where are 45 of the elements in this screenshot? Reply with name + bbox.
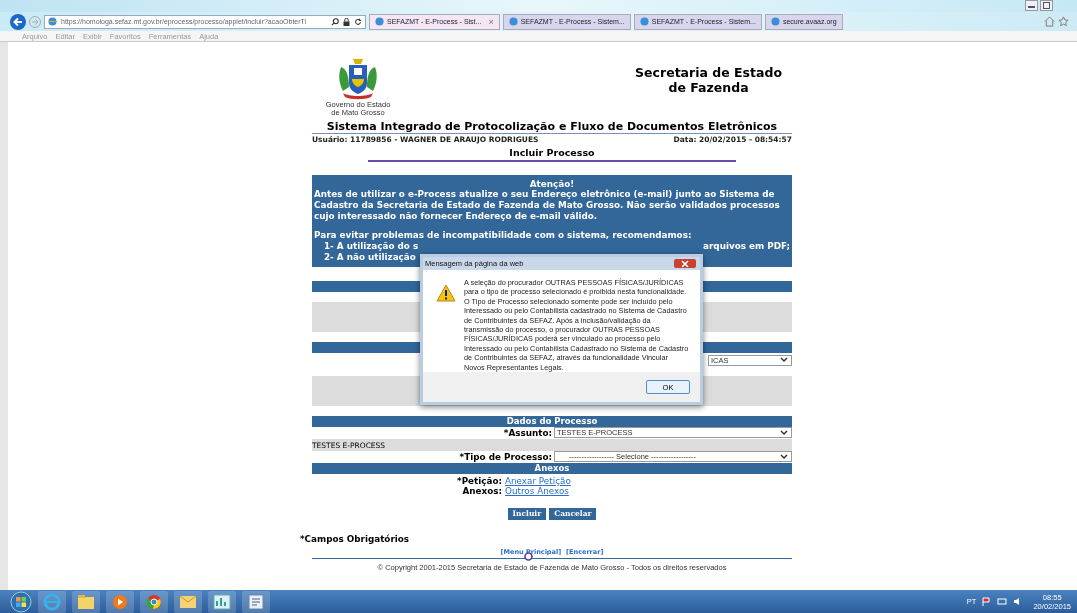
- document-window-icon[interactable]: [242, 590, 270, 613]
- chevron-icon: [780, 429, 788, 436]
- restore-button[interactable]: [1040, 0, 1053, 11]
- notice-text: Antes de utilizar o e-Process atualize o seu Endereço eletrônico (e-mail) junto ao Sistema de Cadastro da Secretaria de Estado de Fazenda de Mato Grosso. Não serão validados processos cujo interessado não fornecer Endereço de e-mail válido.: [314, 189, 781, 222]
- warning-icon: [436, 284, 456, 302]
- attach-link[interactable]: Outros Anexos: [505, 485, 569, 496]
- system-title: Sistema Integrado de Protocolização e Fluxo de Documentos Eletrônicos: [312, 119, 792, 134]
- search-icon: [331, 17, 339, 26]
- globe-icon: [375, 17, 384, 26]
- chart-window-icon[interactable]: [208, 590, 236, 613]
- close-button[interactable]: [674, 259, 696, 268]
- refresh-icon: [354, 17, 362, 26]
- globe-icon: [508, 17, 518, 26]
- recommend-item: 2- A não utilização: [323, 251, 416, 263]
- folder-icon[interactable]: [72, 590, 100, 613]
- mail-icon[interactable]: [174, 590, 202, 613]
- start-button[interactable]: [10, 590, 32, 613]
- required-note: *Campos Obrigatórios: [300, 533, 411, 544]
- field-label: *Tipo de Processo:: [459, 451, 552, 462]
- star-icon[interactable]: [1058, 16, 1069, 27]
- attach-link[interactable]: Anexar Petição: [505, 475, 571, 486]
- field-label: *Assunto:: [503, 427, 552, 438]
- globe-icon: [48, 17, 57, 26]
- play-icon[interactable]: [106, 590, 134, 613]
- section-header: Anexos: [312, 462, 792, 474]
- secretaria-title: Secretaria de Estado de Fazenda: [635, 64, 782, 97]
- field-label: *Petição:: [456, 475, 502, 486]
- page-title: Incluir Processo: [368, 146, 736, 162]
- back-icon[interactable]: [10, 13, 26, 30]
- recommend-item: 1- A utilização do s: [323, 241, 419, 252]
- field-label: Anexos:: [462, 485, 502, 496]
- recommend-item-end: arquivos em PDF;: [703, 241, 790, 252]
- flag-icon: [982, 597, 992, 606]
- lock-icon: [343, 17, 350, 26]
- minimize-button[interactable]: [1025, 0, 1038, 11]
- browser-icon[interactable]: [140, 590, 168, 613]
- network-icon: [997, 597, 1008, 606]
- home-icon[interactable]: [1044, 16, 1055, 27]
- notice-title: Atenção!: [528, 178, 576, 190]
- recommend-text: Para evitar problemas de incompatibilidade com o sistema, recomendamos:: [314, 230, 693, 242]
- chevron-icon: [780, 357, 788, 364]
- section-header: Dados do Processo: [312, 415, 792, 427]
- chevron-icon: [780, 453, 788, 460]
- globe-icon: [770, 17, 780, 26]
- globe-icon: [639, 17, 649, 26]
